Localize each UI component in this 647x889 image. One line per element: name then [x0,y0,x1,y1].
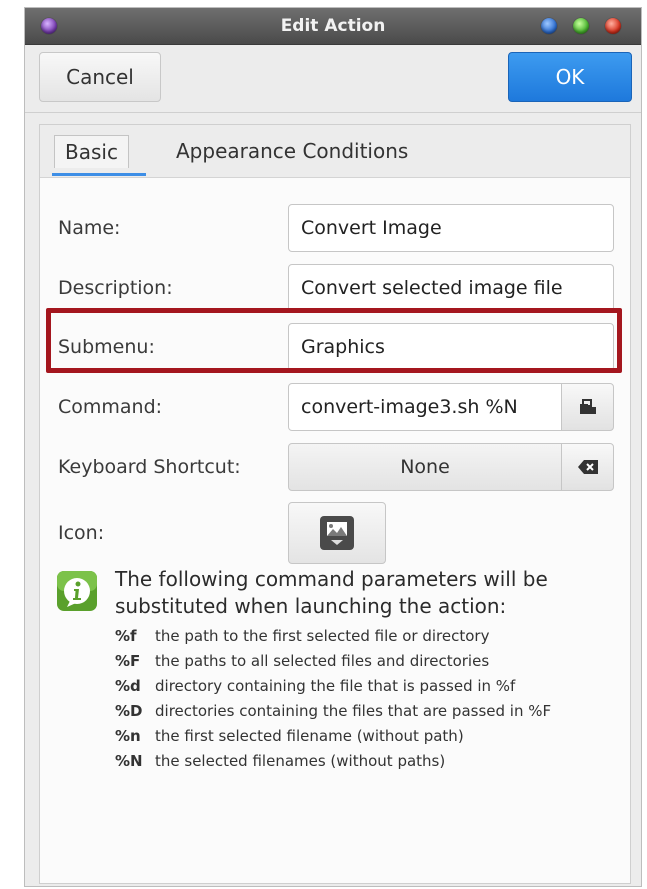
param-key: %N [115,752,143,770]
param-desc: the first selected filename (without pat… [155,727,464,745]
name-label: Name: [58,217,121,239]
command-field[interactable]: convert-image3.sh %N [288,383,562,431]
command-label: Command: [58,396,163,418]
image-icon [320,516,354,550]
param-row: %D directories containing the files that … [115,699,551,724]
parameters-list: %f the path to the first selected file or… [115,624,551,774]
description-label: Description: [58,277,173,299]
param-row: %F the paths to all selected files and di… [115,649,551,674]
parameters-info-heading: The following command parameters will be… [115,566,605,620]
param-desc: the paths to all selected files and dire… [155,652,490,670]
header-divider [25,112,641,113]
param-desc: the path to the first selected file or d… [155,627,490,645]
param-desc: directory containing the file that is pa… [155,677,516,695]
name-field[interactable]: Convert Image [288,204,614,252]
submenu-highlight-box [46,308,622,373]
param-row: %d directory containing the file that is … [115,674,551,699]
param-desc: the selected filenames (without paths) [155,752,446,770]
shortcut-label: Keyboard Shortcut: [58,456,241,478]
param-row: %N the selected filenames (without paths) [115,749,551,774]
cancel-button[interactable]: Cancel [39,52,161,102]
maximize-icon[interactable] [573,18,589,34]
minimize-icon[interactable] [541,18,557,34]
info-icon [57,571,97,611]
info-line-2: substituted when launching the action: [115,594,507,618]
clear-shortcut-button[interactable] [561,443,614,491]
param-key: %D [115,702,143,720]
tab-basic[interactable]: Basic [54,135,129,168]
param-key: %d [115,677,141,695]
title-bar[interactable]: Edit Action [25,8,641,45]
param-row: %n the first selected filename (without p… [115,724,551,749]
info-line-1: The following command parameters will be [115,567,548,591]
backspace-clear-icon [577,460,598,474]
ok-button[interactable]: OK [508,52,632,102]
active-tab-indicator [52,173,146,176]
icon-label: Icon: [58,522,105,544]
tab-bar: Basic Appearance Conditions [40,125,630,178]
browse-command-button[interactable] [561,383,614,431]
param-key: %F [115,652,141,670]
tab-appearance-conditions[interactable]: Appearance Conditions [166,135,418,167]
param-desc: directories containing the files that ar… [155,702,552,720]
param-key: %n [115,727,141,745]
description-field[interactable]: Convert selected image file [288,264,614,312]
close-icon[interactable] [605,18,621,34]
icon-picker-button[interactable] [288,502,386,564]
shortcut-button[interactable]: None [288,443,562,491]
param-row: %f the path to the first selected file or… [115,624,551,649]
param-key: %f [115,627,137,645]
folder-open-icon [579,399,596,414]
